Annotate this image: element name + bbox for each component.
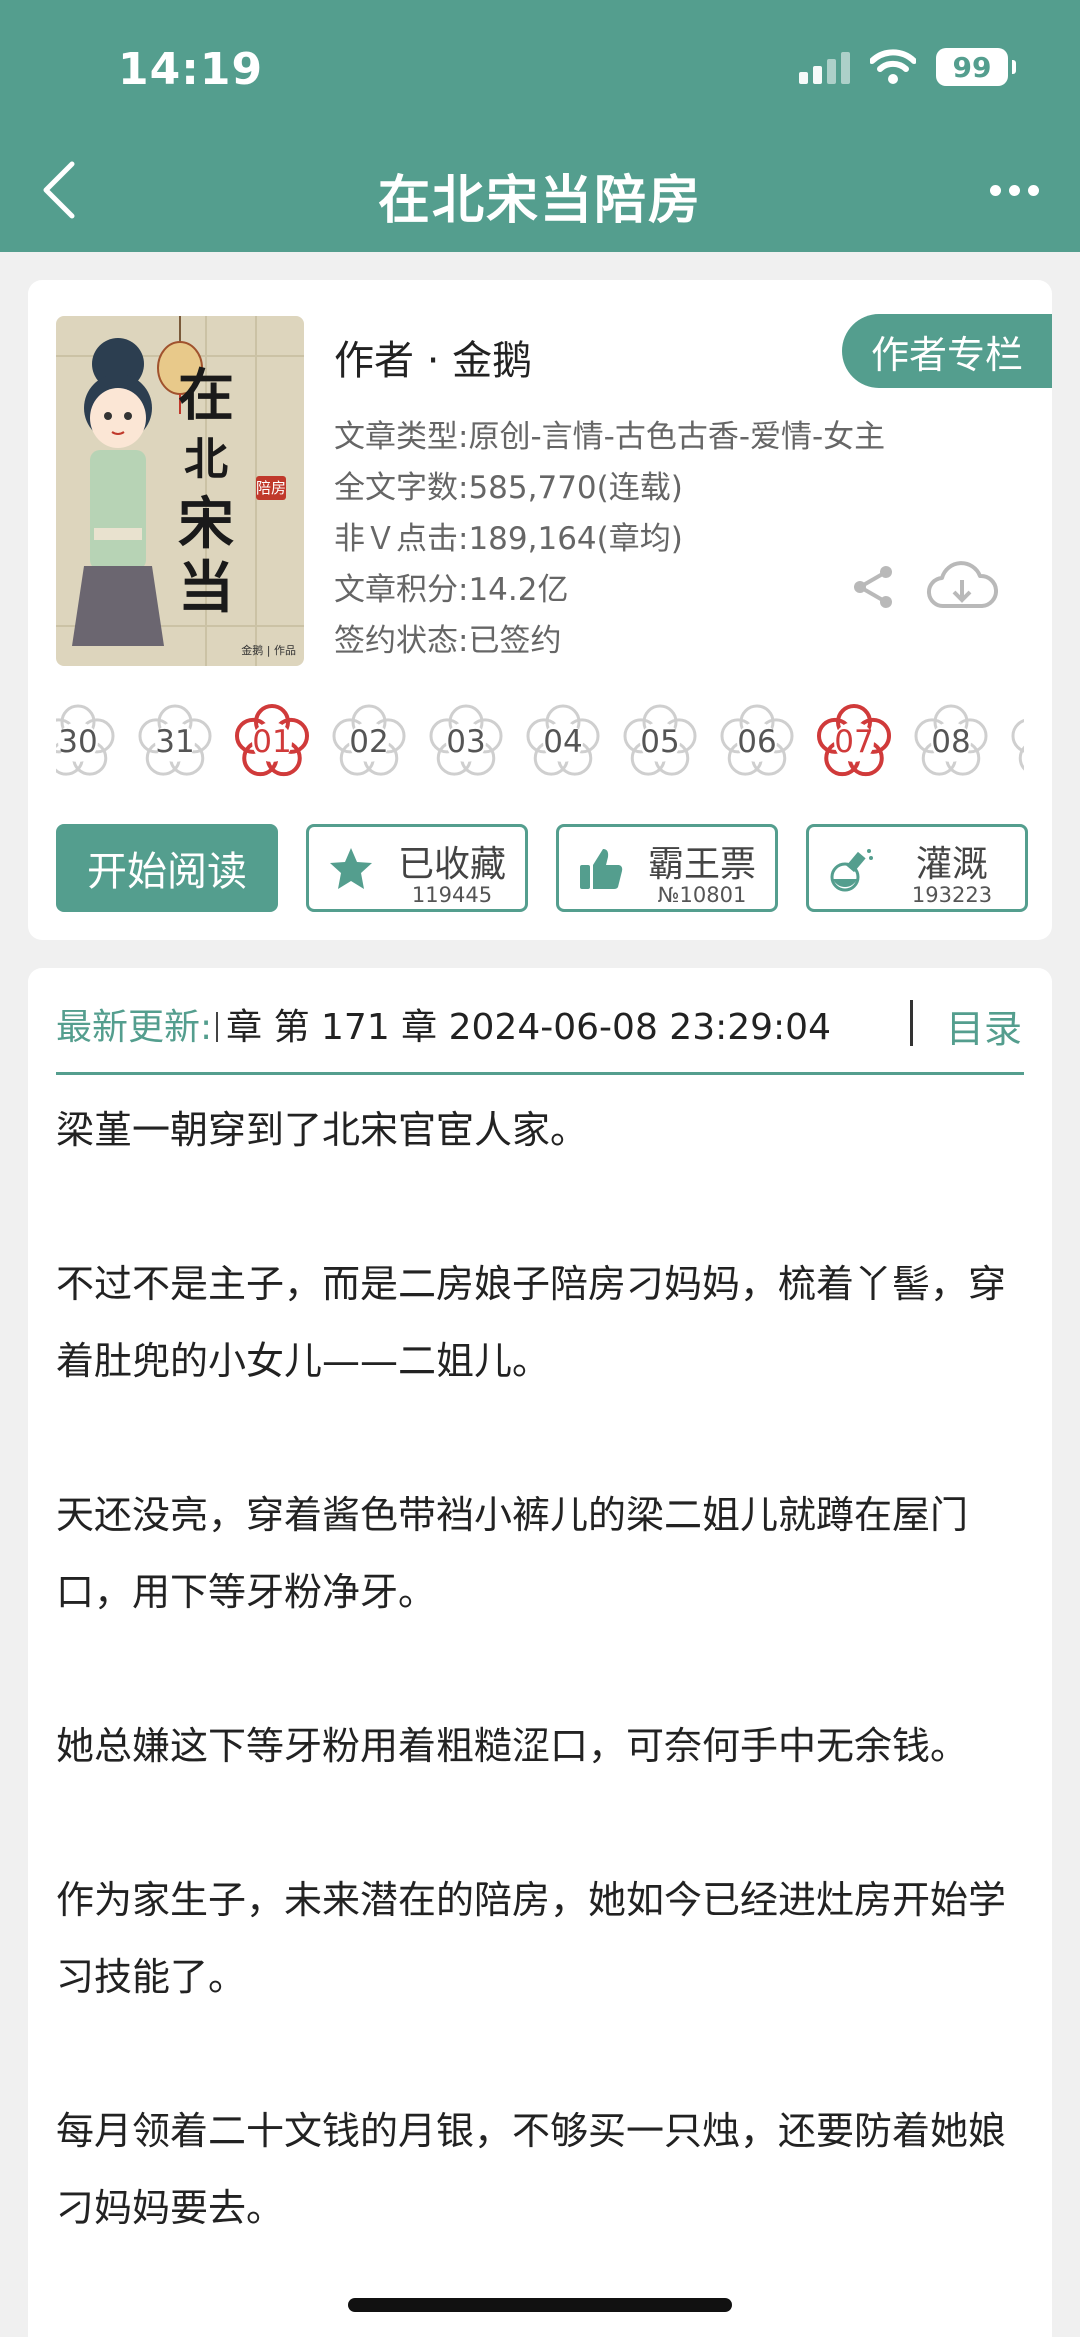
share-icon[interactable]: [848, 562, 898, 612]
cover-seal: 陪房: [256, 476, 286, 500]
meta-contract: 签约状态:已签约: [334, 623, 562, 659]
more-options-icon[interactable]: [984, 170, 1044, 210]
header-divider: [56, 1072, 1024, 1075]
favorite-count: 119445: [411, 883, 493, 907]
chapter-flower-more[interactable]: [1004, 698, 1024, 786]
toc-divider: [910, 1000, 913, 1046]
chapter-flower-label: 05: [640, 724, 680, 760]
chapter-flower-label: 08: [931, 724, 971, 760]
latest-update-label: 最新更新:: [56, 1007, 213, 1048]
chapter-flower-04[interactable]: 04: [519, 698, 607, 786]
status-time: 14:19: [118, 44, 264, 95]
chapter-flower-01[interactable]: 01: [228, 698, 316, 786]
chapter-flower-03[interactable]: 03: [422, 698, 510, 786]
chapter-flower-label: 31: [155, 724, 195, 760]
chapter-flower-05[interactable]: 05: [616, 698, 704, 786]
battery-indicator: 99: [936, 48, 1016, 86]
wifi-icon: [870, 49, 916, 84]
chapter-flower-label: 06: [737, 724, 777, 760]
star-icon: [330, 848, 372, 889]
cover-title: 在 北 宋 当: [178, 363, 234, 621]
chapter-content-card: 最新更新: 章 第 171 章 2024-06-08 23:29:04 目录 梁堇…: [28, 968, 1052, 2337]
author-column-button[interactable]: 作者专栏: [842, 314, 1052, 388]
meta-score: 文章积分:14.2亿: [334, 572, 569, 608]
book-meta: 文章类型:原创-言情-古色古香-爱情-女主 全文字数:585,770(连载) 非…: [334, 412, 885, 667]
meta-word-count: 全文字数:585,770(连载): [334, 470, 683, 506]
chapter-flower-31[interactable]: 31: [131, 698, 219, 786]
book-info-card: 在 北 宋 当 陪房 金鹅 | 作品 作者 · 金鹅 作者专栏 文章类型:原创-…: [28, 280, 1052, 940]
cloud-download-icon[interactable]: [926, 558, 998, 614]
chapter-flower-30[interactable]: 30: [56, 698, 122, 786]
paragraph: 不过不是主子，而是二房娘子陪房刁妈妈，梳着丫髻，穿着肚兜的小女儿——二姐儿。: [56, 1262, 1007, 1383]
paragraph: 作为家生子，未来潜在的陪房，她如今已经进灶房开始学习技能了。: [56, 1878, 1007, 1999]
start-reading-button[interactable]: 开始阅读: [56, 824, 278, 912]
water-count: 193223: [911, 883, 993, 907]
synopsis-text: 梁堇一朝穿到了北宋官宦人家。 不过不是主子，而是二房娘子陪房刁妈妈，梳着丫髻，穿…: [56, 1092, 1024, 2324]
meta-genre: 文章类型:原创-言情-古色古香-爱情-女主: [334, 419, 886, 455]
chapter-flower-strip[interactable]: 30 31 01 02 03 04 05 06 07 08: [56, 698, 1024, 786]
page-title: 在北宋当陪房: [377, 171, 702, 231]
paragraph: 梁堇一朝穿到了北宋官宦人家。: [56, 1108, 589, 1152]
chapter-flower-label: 03: [446, 724, 486, 760]
chapter-flower-08[interactable]: 08: [907, 698, 995, 786]
chapter-flower-label: 01: [252, 724, 292, 760]
chapter-flower-label: 04: [543, 724, 583, 760]
table-of-contents-link[interactable]: 目录: [946, 998, 1022, 1053]
thumbs-up-icon: [580, 849, 623, 889]
ticket-label: 霸王票: [647, 844, 756, 885]
status-icons: 99: [799, 48, 1016, 86]
watering-flask-icon: [830, 849, 873, 892]
chapter-flower-label: 30: [58, 724, 98, 760]
favorite-button[interactable]: 已收藏 119445: [306, 824, 528, 912]
book-cover[interactable]: 在 北 宋 当 陪房 金鹅 | 作品: [56, 316, 304, 666]
favorite-label: 已收藏: [397, 844, 506, 885]
latest-update[interactable]: 最新更新: 章 第 171 章 2024-06-08 23:29:04: [56, 998, 831, 1050]
signal-icon: [799, 50, 850, 84]
ticket-count: №10801: [657, 883, 747, 907]
paragraph: 天还没亮，穿着酱色带裆小裤儿的梁二姐儿就蹲在屋门口，用下等牙粉净牙。: [56, 1493, 969, 1614]
paragraph: 每月领着二十文钱的月银，不够买一只烛，还要防着她娘刁妈妈要去。: [56, 2109, 1007, 2230]
ticket-button[interactable]: 霸王票 №10801: [556, 824, 778, 912]
latest-update-separator: [216, 1012, 219, 1042]
cover-signature: 金鹅 | 作品: [241, 644, 296, 657]
chapter-flower-06[interactable]: 06: [713, 698, 801, 786]
latest-update-text: 章 第 171 章 2024-06-08 23:29:04: [226, 1007, 831, 1048]
app-header: 14:19 99 在北宋当陪房: [0, 0, 1080, 252]
chapter-flower-label: 07: [834, 724, 874, 760]
chapter-flower-label: [1004, 698, 1024, 786]
author-name[interactable]: 作者 · 金鹅: [334, 328, 532, 386]
chapter-flower-label: 02: [349, 724, 389, 760]
meta-clicks: 非Ｖ点击:189,164(章均): [334, 521, 683, 557]
chapter-flower-02[interactable]: 02: [325, 698, 413, 786]
water-button[interactable]: 灌溉 193223: [806, 824, 1028, 912]
water-label: 灌溉: [915, 844, 988, 885]
chapter-flower-07[interactable]: 07: [810, 698, 898, 786]
paragraph: 她总嫌这下等牙粉用着粗糙涩口，可奈何手中无余钱。: [56, 1724, 969, 1768]
home-indicator: [348, 2298, 732, 2312]
